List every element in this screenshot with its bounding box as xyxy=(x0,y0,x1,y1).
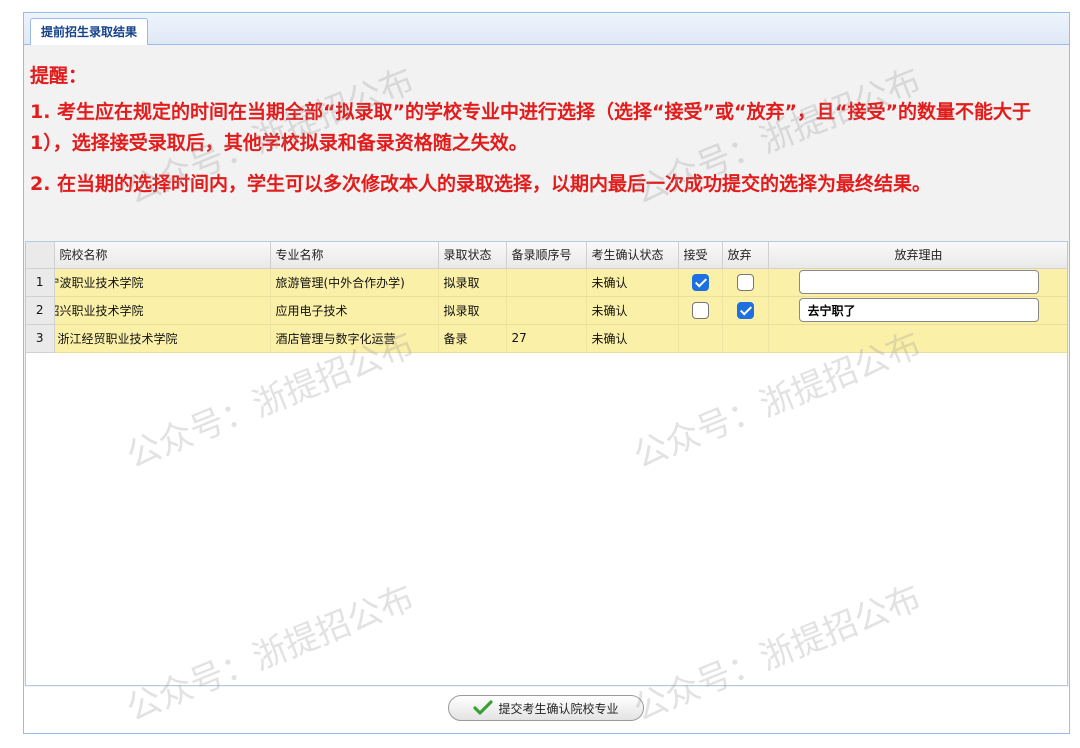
cell-status: 拟录取 xyxy=(438,268,507,297)
cell-reason xyxy=(768,324,1067,353)
checkmark-icon xyxy=(473,700,494,715)
row-number-header xyxy=(26,242,55,269)
accept-checkbox[interactable] xyxy=(691,273,709,291)
cell-order: 27 xyxy=(506,324,587,353)
table-header-row: 院校名称 专业名称 录取状态 备录顺序号 考生确认状态 接受 放弃 放弃理由 xyxy=(26,242,1067,269)
cell-major: 旅游管理(中外合作办学) xyxy=(270,268,439,297)
cell-reject xyxy=(722,268,769,297)
table-row[interactable]: 3 浙江经贸职业技术学院 酒店管理与数字化运营 备录 27 未确认 xyxy=(26,324,1067,353)
cell-school: 宁波职业技术学院 xyxy=(54,268,271,297)
admission-panel: 提前招生录取结果 提醒： 1. 考生应在规定的时间在当期全部“拟录取”的学校专业… xyxy=(23,12,1070,734)
cell-accept xyxy=(678,268,723,297)
submit-confirm-button[interactable]: 提交考生确认院校专业 xyxy=(448,695,644,721)
tab-bar: 提前招生录取结果 xyxy=(24,13,1069,46)
cell-confirm: 未确认 xyxy=(586,268,679,297)
footer-bar: 提交考生确认院校专业 xyxy=(24,687,1069,733)
notice-title: 提醒： xyxy=(30,65,88,87)
column-header-reason[interactable]: 放弃理由 xyxy=(768,242,1067,269)
cell-reject xyxy=(722,296,769,325)
content-area: 提醒： 1. 考生应在规定的时间在当期全部“拟录取”的学校专业中进行选择（选择“… xyxy=(24,45,1069,733)
cell-reason xyxy=(768,268,1067,297)
row-number: 1 xyxy=(26,268,55,297)
reject-reason-input[interactable] xyxy=(798,270,1039,294)
cell-reject xyxy=(722,324,769,353)
cell-order xyxy=(506,268,587,297)
reject-reason-input[interactable] xyxy=(798,298,1039,322)
column-header-school[interactable]: 院校名称 xyxy=(54,242,271,269)
reject-checkbox[interactable] xyxy=(736,273,754,291)
cell-status: 备录 xyxy=(438,324,507,353)
table-row[interactable]: 1 宁波职业技术学院 旅游管理(中外合作办学) 拟录取 未确认 xyxy=(26,268,1067,297)
cell-reason xyxy=(768,296,1067,325)
accept-checkbox[interactable] xyxy=(691,301,709,319)
cell-confirm: 未确认 xyxy=(586,324,679,353)
column-header-major[interactable]: 专业名称 xyxy=(270,242,439,269)
cell-major: 酒店管理与数字化运营 xyxy=(270,324,439,353)
column-header-confirm[interactable]: 考生确认状态 xyxy=(586,242,679,269)
cell-status: 拟录取 xyxy=(438,296,507,325)
cell-major: 应用电子技术 xyxy=(270,296,439,325)
cell-school: 绍兴职业技术学院 xyxy=(54,296,271,325)
notice-line-2: 2. 在当期的选择时间内，学生可以多次修改本人的录取选择，以期内最后一次成功提交… xyxy=(30,173,932,195)
notice-block: 提醒： 1. 考生应在规定的时间在当期全部“拟录取”的学校专业中进行选择（选择“… xyxy=(30,63,1064,210)
column-header-accept[interactable]: 接受 xyxy=(678,242,723,269)
cell-school: 浙江经贸职业技术学院 xyxy=(54,324,271,353)
admission-grid: 院校名称 专业名称 录取状态 备录顺序号 考生确认状态 接受 放弃 放弃理由 1… xyxy=(25,241,1068,686)
reject-checkbox[interactable] xyxy=(736,301,754,319)
submit-button-label: 提交考生确认院校专业 xyxy=(498,701,619,716)
cell-accept xyxy=(678,296,723,325)
admission-table: 院校名称 专业名称 录取状态 备录顺序号 考生确认状态 接受 放弃 放弃理由 1… xyxy=(26,242,1067,353)
cell-confirm: 未确认 xyxy=(586,296,679,325)
cell-order xyxy=(506,296,587,325)
table-row[interactable]: 2 绍兴职业技术学院 应用电子技术 拟录取 未确认 xyxy=(26,296,1067,325)
row-number: 3 xyxy=(26,324,55,353)
tab-admission-results[interactable]: 提前招生录取结果 xyxy=(30,18,149,46)
column-header-reject[interactable]: 放弃 xyxy=(722,242,769,269)
notice-line-1: 1. 考生应在规定的时间在当期全部“拟录取”的学校专业中进行选择（选择“接受”或… xyxy=(30,101,1031,154)
row-number: 2 xyxy=(26,296,55,325)
column-header-status[interactable]: 录取状态 xyxy=(438,242,507,269)
column-header-order[interactable]: 备录顺序号 xyxy=(506,242,587,269)
cell-accept xyxy=(678,324,723,353)
